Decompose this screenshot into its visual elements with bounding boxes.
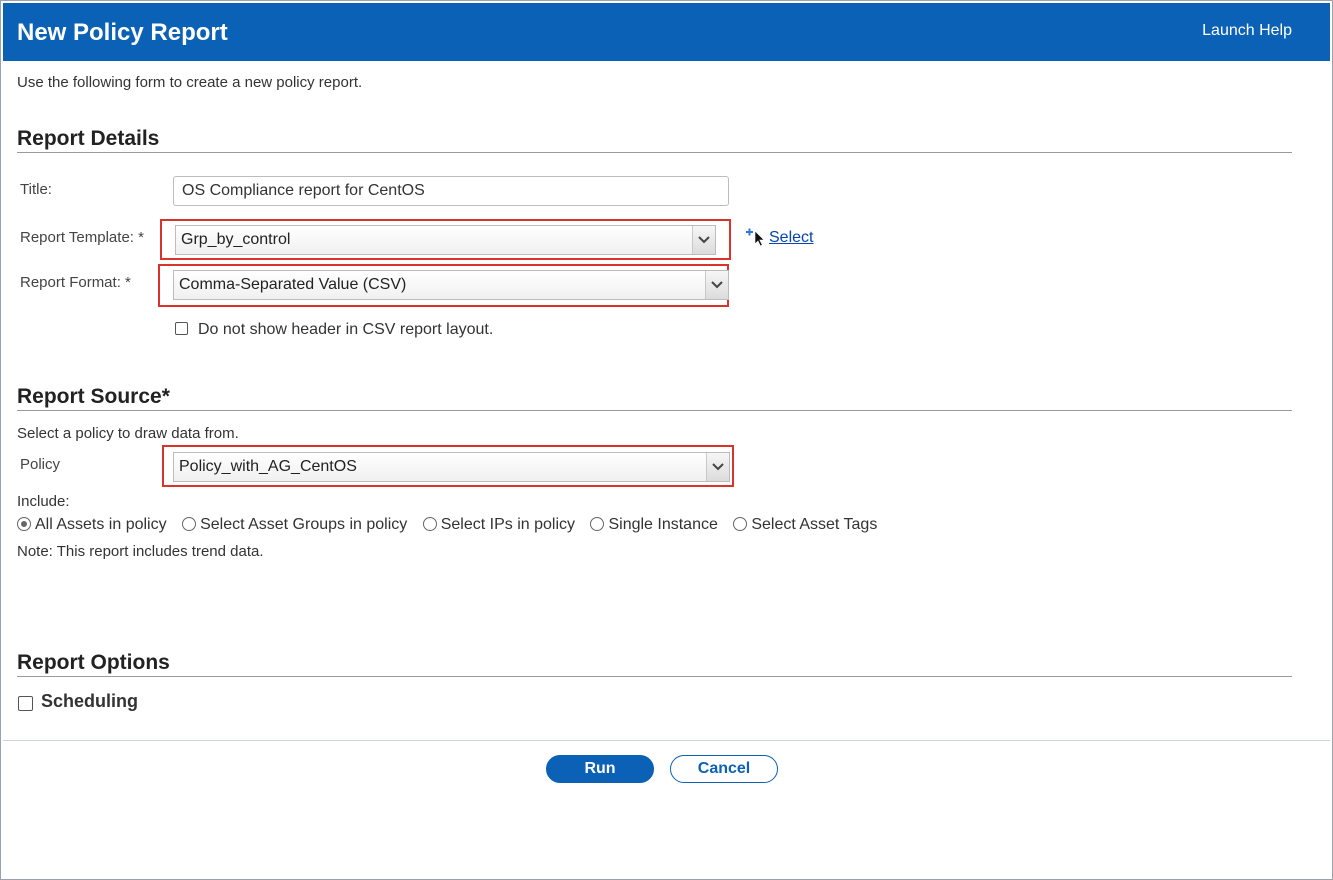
report-template-value: Grp_by_control [181, 231, 291, 248]
report-options-divider [17, 676, 1292, 677]
radio-asset-groups[interactable]: Select Asset Groups in policy [182, 516, 407, 534]
radio-all-assets[interactable]: All Assets in policy [17, 516, 167, 534]
footer-divider [3, 740, 1330, 741]
radio-button[interactable] [590, 517, 605, 531]
select-template-icon[interactable] [745, 227, 765, 251]
radio-button[interactable] [733, 517, 748, 531]
dialog-header: New Policy Report Launch Help [3, 3, 1330, 61]
report-source-description: Select a policy to draw data from. [17, 425, 239, 442]
radio-asset-tags[interactable]: Select Asset Tags [733, 516, 877, 534]
report-source-heading: Report Source* [17, 385, 170, 408]
title-label: Title: [20, 181, 52, 198]
chevron-down-icon [692, 226, 715, 254]
intro-text: Use the following form to create a new p… [17, 74, 363, 91]
policy-select[interactable]: Policy_with_AG_CentOS [173, 452, 730, 482]
run-button[interactable]: Run [546, 755, 654, 783]
scheduling-label: Scheduling [41, 691, 139, 711]
include-label: Include: [17, 493, 70, 510]
select-template-link[interactable]: Select [769, 229, 813, 247]
policy-highlight: Policy_with_AG_CentOS [162, 445, 734, 487]
report-template-highlight: Grp_by_control [160, 219, 731, 260]
chevron-down-icon [706, 453, 729, 481]
report-format-value: Comma-Separated Value (CSV) [179, 276, 407, 293]
radio-button[interactable] [182, 517, 197, 531]
include-radio-group: All Assets in policy Select Asset Groups… [17, 516, 888, 534]
title-input[interactable] [173, 176, 729, 206]
report-details-divider [17, 152, 1292, 153]
csv-header-checkbox-label: Do not show header in CSV report layout. [198, 321, 494, 338]
report-template-select[interactable]: Grp_by_control [175, 225, 716, 255]
scheduling-checkbox[interactable] [18, 696, 33, 711]
launch-help-link[interactable]: Launch Help [1202, 22, 1292, 40]
dialog-window: New Policy Report Launch Help Use the fo… [0, 0, 1333, 880]
radio-button[interactable] [422, 517, 437, 531]
report-format-highlight: Comma-Separated Value (CSV) [158, 264, 729, 307]
report-source-divider [17, 410, 1292, 411]
dialog-title: New Policy Report [17, 19, 228, 46]
cancel-button[interactable]: Cancel [670, 755, 778, 783]
radio-button[interactable] [17, 517, 31, 531]
policy-value: Policy_with_AG_CentOS [179, 458, 357, 475]
policy-label: Policy [20, 456, 61, 473]
radio-single-instance[interactable]: Single Instance [590, 516, 718, 534]
report-options-heading: Report Options [17, 651, 170, 674]
report-details-heading: Report Details [17, 127, 160, 150]
radio-ips[interactable]: Select IPs in policy [422, 516, 575, 534]
csv-header-checkbox[interactable] [175, 322, 188, 335]
trend-note: Note: This report includes trend data. [17, 543, 264, 560]
chevron-down-icon [705, 271, 728, 299]
report-template-label: Report Template: * [20, 229, 144, 246]
report-format-select[interactable]: Comma-Separated Value (CSV) [173, 270, 729, 300]
report-format-label: Report Format: * [20, 274, 131, 291]
